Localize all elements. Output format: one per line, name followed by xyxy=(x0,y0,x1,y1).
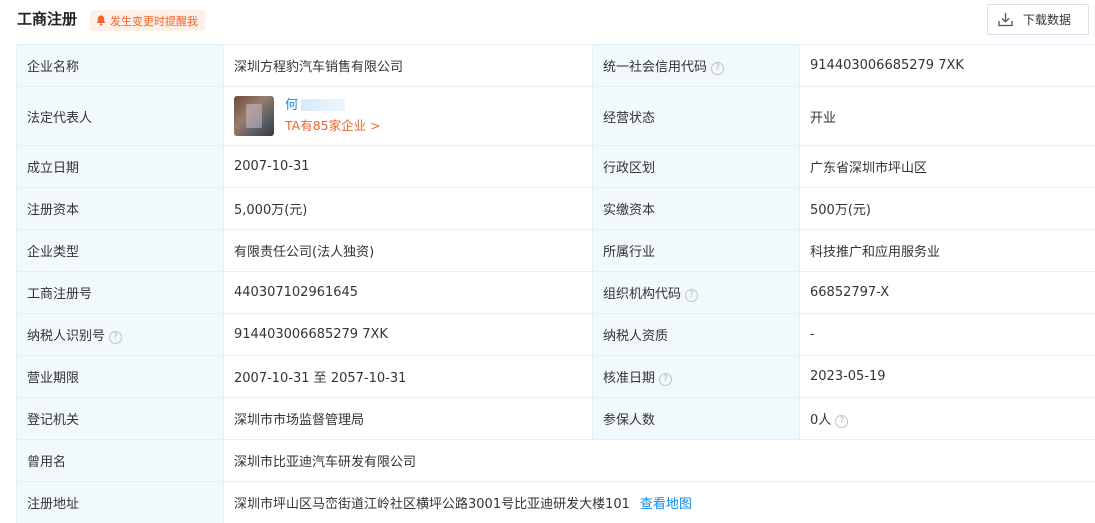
credit-code-label-cell: 统一社会信用代码? xyxy=(592,44,800,87)
legal-rep-label: 法定代表人 xyxy=(16,86,224,146)
address-label: 注册地址 xyxy=(16,481,224,523)
insured-value: 0人 xyxy=(810,413,832,428)
section-title: 工商注册 xyxy=(17,10,78,28)
org-code-value: 66852797-X xyxy=(799,271,1095,314)
term-value: 2007-10-31 至 2057-10-31 xyxy=(223,355,593,398)
credit-code-label: 统一社会信用代码 xyxy=(603,60,708,75)
table-row: 工商注册号 440307102961645 组织机构代码? 66852797-X xyxy=(16,271,1095,314)
status-value: 开业 xyxy=(799,86,1095,146)
name-mask xyxy=(301,99,346,111)
legal-rep-cell: 何 TA有85家企业 > xyxy=(223,86,593,146)
approve-date-label: 核准日期 xyxy=(603,371,656,386)
org-code-label-cell: 组织机构代码? xyxy=(592,271,800,314)
table-row: 营业期限 2007-10-31 至 2057-10-31 核准日期? 2023-… xyxy=(16,355,1095,398)
credit-code-value: 914403006685279 7XK xyxy=(799,44,1095,87)
table-row: 纳税人识别号? 914403006685279 7XK 纳税人资质 - xyxy=(16,313,1095,356)
company-name-value: 深圳方程豹汽车销售有限公司 xyxy=(223,44,593,87)
help-icon[interactable]: ? xyxy=(685,289,699,302)
approve-date-label-cell: 核准日期? xyxy=(592,355,800,398)
reg-capital-label: 注册资本 xyxy=(16,187,224,230)
remind-label: 发生变更时提醒我 xyxy=(110,14,198,28)
reg-no-label: 工商注册号 xyxy=(16,271,224,314)
status-label: 经营状态 xyxy=(592,86,800,146)
table-row: 企业类型 有限责任公司(法人独资) 所属行业 科技推广和应用服务业 xyxy=(16,229,1095,272)
company-name-label: 企业名称 xyxy=(16,44,224,87)
company-type-value: 有限责任公司(法人独资) xyxy=(223,229,593,272)
address-value: 深圳市坪山区马峦街道江岭社区横坪公路3001号比亚迪研发大楼101 xyxy=(234,497,630,512)
authority-label: 登记机关 xyxy=(16,397,224,440)
table-row: 登记机关 深圳市市场监督管理局 参保人数 0人? xyxy=(16,397,1095,440)
industry-label: 所属行业 xyxy=(592,229,800,272)
term-label: 营业期限 xyxy=(16,355,224,398)
registration-info-table: 企业名称 深圳方程豹汽车销售有限公司 统一社会信用代码? 91440300668… xyxy=(16,44,1095,523)
table-row: 法定代表人 何 TA有85家企业 > 经营状态 开业 xyxy=(16,86,1095,146)
section-header: 工商注册 发生变更时提醒我 下载数据 xyxy=(0,0,1095,44)
region-value: 广东省深圳市坪山区 xyxy=(799,145,1095,188)
bell-icon xyxy=(96,15,106,26)
table-row: 注册资本 5,000万(元) 实缴资本 500万(元) xyxy=(16,187,1095,230)
org-code-label: 组织机构代码 xyxy=(603,287,682,302)
reg-capital-value: 5,000万(元) xyxy=(223,187,593,230)
table-row: 企业名称 深圳方程豹汽车销售有限公司 统一社会信用代码? 91440300668… xyxy=(16,44,1095,87)
former-name-value: 深圳市比亚迪汽车研发有限公司 xyxy=(223,439,1095,482)
help-icon[interactable]: ? xyxy=(659,373,673,386)
download-data-button[interactable]: 下载数据 xyxy=(987,4,1089,35)
taxpayer-qual-label: 纳税人资质 xyxy=(592,313,800,356)
legal-rep-companies-link[interactable]: TA有85家企业 > xyxy=(285,116,381,136)
avatar[interactable] xyxy=(234,96,274,136)
table-row: 曾用名 深圳市比亚迪汽车研发有限公司 xyxy=(16,439,1095,482)
region-label: 行政区划 xyxy=(592,145,800,188)
paid-capital-label: 实缴资本 xyxy=(592,187,800,230)
founded-label: 成立日期 xyxy=(16,145,224,188)
taxpayer-id-value: 914403006685279 7XK xyxy=(223,313,593,356)
approve-date-value: 2023-05-19 xyxy=(799,355,1095,398)
view-map-link[interactable]: 查看地图 xyxy=(640,497,692,512)
authority-value: 深圳市市场监督管理局 xyxy=(223,397,593,440)
paid-capital-value: 500万(元) xyxy=(799,187,1095,230)
change-remind-button[interactable]: 发生变更时提醒我 xyxy=(90,10,205,31)
help-icon[interactable]: ? xyxy=(711,62,725,75)
former-name-label: 曾用名 xyxy=(16,439,224,482)
company-type-label: 企业类型 xyxy=(16,229,224,272)
founded-value: 2007-10-31 xyxy=(223,145,593,188)
taxpayer-id-label-cell: 纳税人识别号? xyxy=(16,313,224,356)
download-label: 下载数据 xyxy=(1023,13,1072,27)
insured-value-cell: 0人? xyxy=(799,397,1095,440)
taxpayer-qual-value: - xyxy=(799,313,1095,356)
reg-no-value: 440307102961645 xyxy=(223,271,593,314)
help-icon[interactable]: ? xyxy=(835,415,849,428)
table-row: 注册地址 深圳市坪山区马峦街道江岭社区横坪公路3001号比亚迪研发大楼101 查看… xyxy=(16,481,1095,523)
table-row: 成立日期 2007-10-31 行政区划 广东省深圳市坪山区 xyxy=(16,145,1095,188)
insured-label: 参保人数 xyxy=(592,397,800,440)
industry-value: 科技推广和应用服务业 xyxy=(799,229,1095,272)
legal-rep-name[interactable]: 何 xyxy=(285,97,298,114)
download-icon xyxy=(998,13,1013,27)
help-icon[interactable]: ? xyxy=(109,331,123,344)
taxpayer-id-label: 纳税人识别号 xyxy=(27,329,106,344)
address-cell: 深圳市坪山区马峦街道江岭社区横坪公路3001号比亚迪研发大楼101 查看地图 xyxy=(223,481,1095,523)
